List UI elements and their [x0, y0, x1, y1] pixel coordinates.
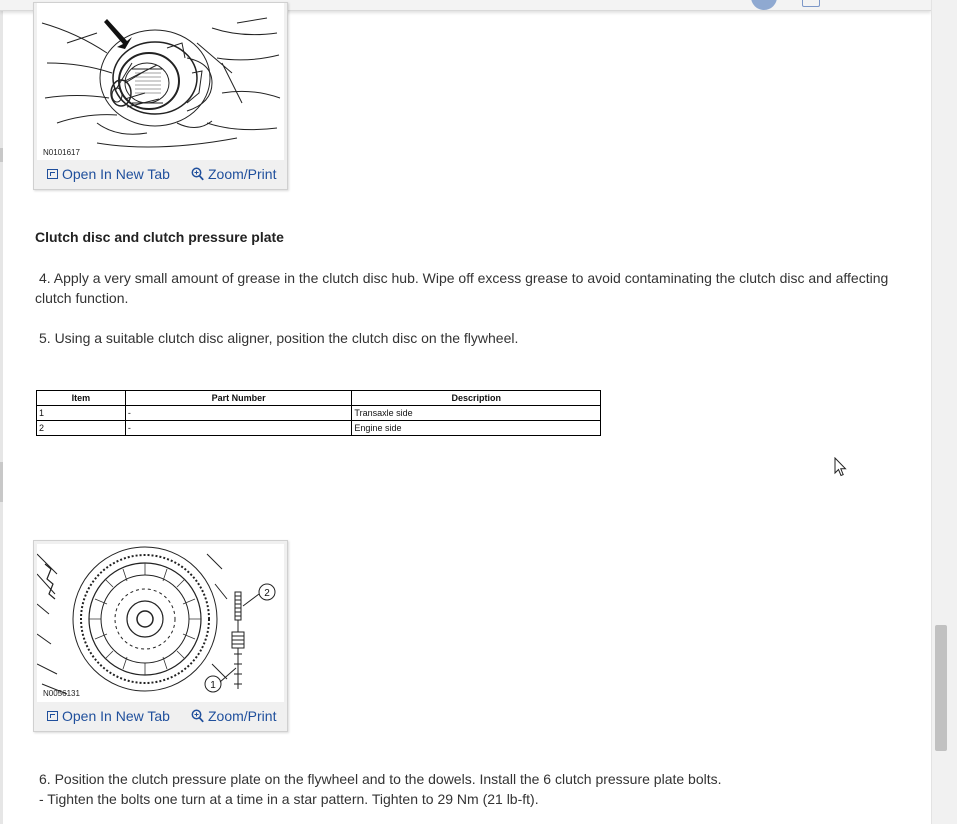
cell-item: 2 [36, 420, 126, 436]
clutch-disc-aligner-illustration: 2 1 [37, 546, 276, 695]
open-in-new-tab-icon [47, 169, 58, 179]
user-avatar[interactable] [751, 0, 777, 10]
toolbar-icon[interactable] [802, 0, 820, 7]
col-header-description: Description [351, 390, 601, 406]
scrollbar-thumb[interactable] [935, 625, 947, 751]
step-4-text: 4. Apply a very small amount of grease i… [35, 270, 889, 306]
open-in-new-tab-icon [47, 711, 58, 721]
rail-mark [0, 148, 3, 162]
col-header-part-number: Part Number [124, 390, 353, 406]
figure-actions: Open In New Tab Zoom/Print [34, 704, 287, 730]
table-header-row: Item Part Number Description [36, 390, 601, 406]
parts-table: Item Part Number Description 1 - Transax… [36, 390, 601, 436]
step-6-sub-text: - Tighten the bolts one turn at a time i… [39, 791, 539, 807]
step-5: 5. Using a suitable clutch disc aligner,… [35, 328, 915, 348]
rail-mark [0, 462, 3, 502]
figure-actions: Open In New Tab Zoom/Print [34, 162, 287, 188]
col-header-item: Item [36, 390, 126, 406]
cell-part-number: - [124, 405, 353, 421]
step-6: 6. Position the clutch pressure plate on… [35, 769, 915, 789]
section-heading: Clutch disc and clutch pressure plate [35, 229, 284, 245]
open-in-new-tab-link[interactable]: Open In New Tab [47, 166, 170, 182]
open-in-new-tab-label: Open In New Tab [62, 166, 170, 182]
cell-part-number: - [124, 420, 353, 436]
clutch-release-bearing-illustration [41, 17, 281, 148]
cell-item: 1 [36, 405, 126, 421]
magnifier-zoom-icon [191, 167, 204, 181]
callout-2: 2 [264, 588, 270, 599]
figure-id: N0101617 [43, 148, 80, 157]
table-row: 2 - Engine side [36, 420, 601, 436]
cell-description: Transaxle side [351, 405, 601, 421]
callout-1: 1 [210, 680, 216, 691]
vertical-scrollbar[interactable] [931, 0, 957, 824]
figure-image[interactable]: 2 1 [37, 544, 284, 702]
figure-image[interactable] [37, 3, 284, 160]
magnifier-zoom-icon [191, 709, 204, 723]
step-5-text: 5. Using a suitable clutch disc aligner,… [39, 330, 519, 346]
step-4: 4. Apply a very small amount of grease i… [35, 268, 915, 308]
zoom-print-label: Zoom/Print [208, 708, 277, 724]
figure-id: N0056131 [43, 689, 80, 698]
cell-description: Engine side [351, 420, 601, 436]
table-row: 1 - Transaxle side [36, 405, 601, 421]
step-6-text: 6. Position the clutch pressure plate on… [39, 771, 722, 787]
left-rail [0, 0, 3, 824]
zoom-print-label: Zoom/Print [208, 166, 277, 182]
figure-top: N0101617 Open In New Tab Zoom/Print [33, 2, 288, 190]
open-in-new-tab-link[interactable]: Open In New Tab [47, 708, 170, 724]
zoom-print-link[interactable]: Zoom/Print [191, 708, 276, 724]
open-in-new-tab-label: Open In New Tab [62, 708, 170, 724]
step-6-sub: - Tighten the bolts one turn at a time i… [35, 789, 915, 809]
mouse-pointer-icon [834, 457, 847, 477]
figure-bottom: 2 1 N0056131 Open In New Tab Zoom/Print [33, 540, 288, 732]
zoom-print-link[interactable]: Zoom/Print [191, 166, 276, 182]
